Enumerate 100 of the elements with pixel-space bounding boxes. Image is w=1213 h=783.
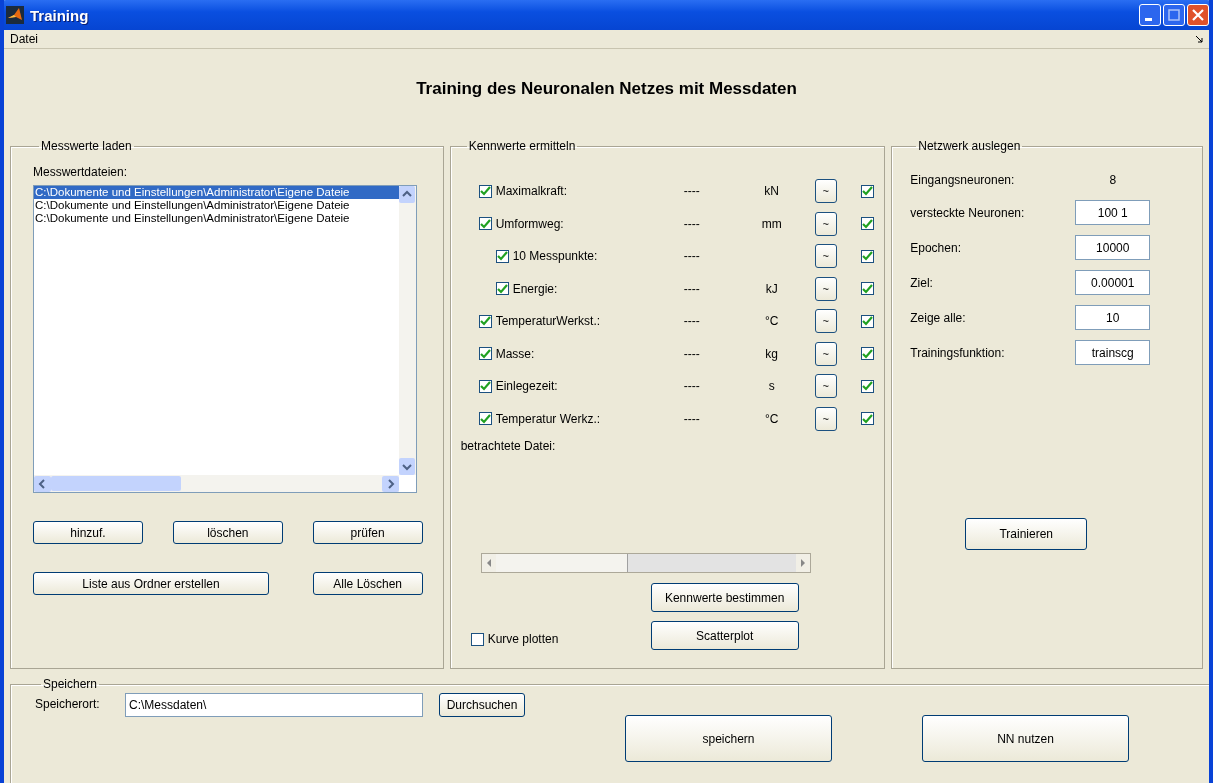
action-button[interactable]: Kennwerte bestimmen (650, 583, 799, 612)
checkbox[interactable] (860, 184, 874, 198)
action-button[interactable]: hinzuf. (33, 521, 143, 544)
horizontal-scrollbar[interactable] (34, 475, 399, 492)
checkbox[interactable] (478, 379, 492, 393)
unit-label: mm (761, 216, 782, 231)
unit-label: s (768, 379, 775, 394)
train-button[interactable]: Trainieren (965, 518, 1088, 550)
feature-value: ---- (682, 216, 701, 231)
scroll-up-icon[interactable] (399, 186, 415, 203)
smooth-button[interactable]: ~ (814, 244, 837, 269)
check-icon (861, 348, 873, 359)
feature-value: ---- (682, 379, 701, 394)
check-icon (496, 251, 508, 262)
check-icon (496, 283, 508, 294)
scroll-thumb[interactable] (51, 476, 181, 491)
folder-list-button[interactable]: Liste aus Ordner erstellen (33, 572, 269, 595)
feature-label: Temperatur Werkz.: (495, 411, 601, 426)
panel-title: Speichern (42, 677, 99, 691)
scroll-left-icon[interactable] (34, 475, 51, 492)
maximize-button[interactable] (1163, 4, 1185, 26)
input-field[interactable]: trainscg (1075, 340, 1151, 365)
checkbox[interactable] (478, 314, 492, 328)
checkbox[interactable] (860, 347, 874, 361)
check-icon (861, 218, 873, 229)
checkbox[interactable] (495, 249, 509, 263)
feature-label: Masse: (495, 346, 535, 361)
vertical-scrollbar[interactable] (399, 186, 416, 475)
smooth-button[interactable]: ~ (814, 341, 837, 366)
check-icon (861, 251, 873, 262)
file-label: betrachtete Datei: (460, 439, 557, 453)
unit-label: °C (764, 411, 779, 426)
feature-value: ---- (682, 411, 701, 426)
file-list-item[interactable]: C:\Dokumente und Einstellungen\Administrator\Eigene Dateie (34, 186, 400, 199)
smooth-button[interactable]: ~ (814, 211, 837, 236)
checkbox[interactable] (860, 249, 874, 263)
field-label: Speicherort: (35, 697, 101, 711)
action-button[interactable]: löschen (172, 521, 283, 544)
menu-item[interactable]: Datei (10, 32, 38, 46)
check-icon (479, 316, 491, 327)
feature-label: TemperaturWerkst.: (495, 314, 601, 329)
smooth-button[interactable]: ~ (814, 276, 837, 301)
smooth-button[interactable]: ~ (814, 406, 837, 431)
checkbox[interactable] (478, 412, 492, 426)
input-field[interactable]: 0.00001 (1075, 270, 1151, 295)
checkbox[interactable] (470, 632, 484, 646)
action-button[interactable]: speichern (625, 715, 832, 762)
file-list[interactable]: C:\Dokumente und Einstellungen\Administrator\Eigene Dateie C:\Dokumente und Einstellungen\Administrator\Eigene Dateie C:\Dokumente und Einstellungen\Administrator\Eigene Dateie (33, 185, 417, 493)
check-icon (479, 413, 491, 424)
field-label: Eingangsneuronen: (910, 173, 1016, 187)
file-list-item[interactable]: C:\Dokumente und Einstellungen\Administrator\Eigene Dateie (34, 199, 400, 212)
input-field[interactable]: C:\Messdaten\ (125, 693, 423, 717)
panel-title: Netzwerk auslegen (917, 139, 1022, 153)
browse-button[interactable]: Durchsuchen (439, 693, 525, 717)
page-heading: Training des Neuronalen Netzes mit Messdaten (415, 78, 798, 100)
smooth-button[interactable]: ~ (814, 179, 837, 204)
feature-value: ---- (682, 346, 701, 361)
feature-value: ---- (682, 184, 701, 199)
field-label: Epochen: (910, 240, 962, 255)
feature-label: Einlegezeit: (495, 379, 558, 394)
unit-label: kJ (765, 281, 778, 296)
action-button[interactable]: Scatterplot (650, 621, 799, 650)
slider-thumb[interactable] (495, 554, 628, 572)
minimize-button[interactable] (1139, 4, 1161, 26)
close-button[interactable] (1187, 4, 1209, 26)
slider[interactable] (480, 553, 811, 573)
input-field[interactable]: 100 1 (1075, 200, 1151, 225)
scroll-down-icon[interactable] (399, 458, 415, 475)
input-field[interactable]: 10 (1075, 305, 1151, 330)
check-icon (479, 348, 491, 359)
checkbox[interactable] (495, 282, 509, 296)
check-icon (861, 283, 873, 294)
checkbox[interactable] (478, 184, 492, 198)
check-icon (479, 381, 491, 392)
checkbox-label: Kurve plotten (487, 632, 559, 646)
feature-label: Umformweg: (495, 216, 564, 231)
feature-label: Energie: (512, 281, 558, 296)
field-label: versteckte Neuronen: (910, 205, 1026, 220)
checkbox[interactable] (478, 347, 492, 361)
checkbox[interactable] (860, 217, 874, 231)
file-list-item[interactable]: C:\Dokumente und Einstellungen\Administrator\Eigene Dateie (34, 212, 400, 225)
unit-label: kN (764, 184, 779, 199)
check-icon (861, 413, 873, 424)
smooth-button[interactable]: ~ (814, 374, 837, 399)
action-button[interactable]: prüfen (312, 521, 423, 544)
checkbox[interactable] (478, 217, 492, 231)
check-icon (861, 316, 873, 327)
action-button[interactable]: NN nutzen (922, 715, 1129, 762)
delete-all-button[interactable]: Alle Löschen (312, 572, 423, 595)
feature-label: Maximalkraft: (495, 184, 567, 199)
check-icon (479, 186, 491, 197)
maximize-icon (1168, 9, 1180, 21)
checkbox[interactable] (860, 412, 874, 426)
checkbox[interactable] (860, 379, 874, 393)
scroll-right-icon[interactable] (382, 475, 399, 492)
checkbox[interactable] (860, 282, 874, 296)
dock-arrow-icon[interactable] (1195, 35, 1203, 43)
input-field[interactable]: 10000 (1075, 235, 1151, 260)
smooth-button[interactable]: ~ (814, 309, 837, 334)
checkbox[interactable] (860, 314, 874, 328)
